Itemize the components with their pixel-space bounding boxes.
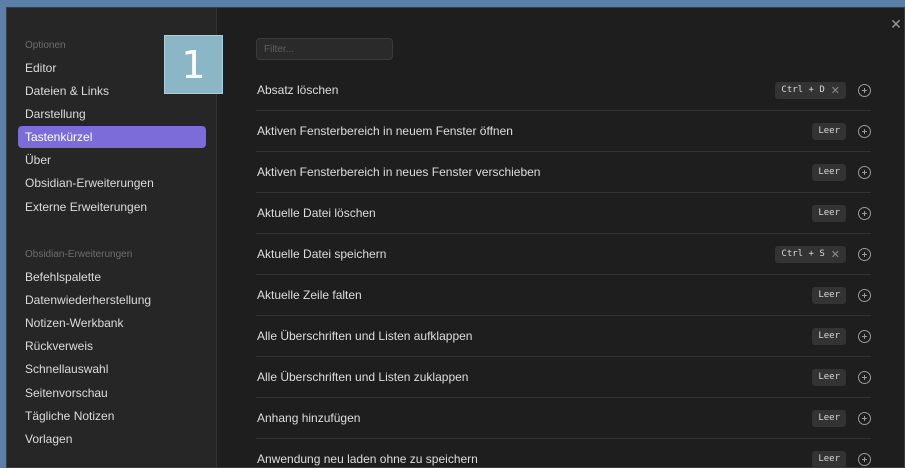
hotkey-key-text: Leer — [818, 330, 840, 341]
remove-hotkey-icon[interactable]: ✕ — [831, 82, 840, 99]
add-hotkey-icon[interactable] — [858, 206, 871, 220]
add-hotkey-icon[interactable] — [858, 165, 871, 179]
hotkey-key-text: Leer — [818, 125, 840, 136]
hotkey-key: Leer — [812, 450, 846, 467]
hotkey-key: Leer — [812, 163, 846, 181]
hotkey-key: Leer — [812, 327, 846, 345]
hotkey-label: Aktiven Fensterbereich in neuem Fenster … — [257, 124, 513, 138]
hotkey-row: Anhang hinzufügen Leer — [256, 398, 871, 439]
hotkey-key-text: Leer — [818, 453, 840, 464]
hotkey-row: Absatz löschen Ctrl + D ✕ — [256, 70, 871, 111]
sidebar-item-templates[interactable]: Vorlagen — [18, 428, 206, 450]
hotkey-row: Aktiven Fensterbereich in neuem Fenster … — [256, 111, 871, 152]
hotkey-label: Aktuelle Datei löschen — [257, 206, 376, 220]
hotkey-key-text: Leer — [818, 166, 840, 177]
add-hotkey-icon[interactable] — [858, 124, 871, 138]
hotkey-label: Aktiven Fensterbereich in neues Fenster … — [257, 165, 541, 179]
hotkey-label: Anhang hinzufügen — [257, 411, 361, 425]
hotkey-label: Alle Überschriften und Listen aufklappen — [257, 329, 473, 343]
sidebar-item-note-composer[interactable]: Notizen-Werkbank — [18, 312, 206, 334]
hotkey-row: Alle Überschriften und Listen aufklappen… — [256, 316, 871, 357]
hotkey-label: Alle Überschriften und Listen zuklappen — [257, 370, 469, 384]
hotkey-row: Aktuelle Datei speichern Ctrl + S ✕ — [256, 234, 871, 275]
sidebar-item-community-plugins[interactable]: Externe Erweiterungen — [18, 196, 206, 218]
hotkey-row: Aktuelle Datei löschen Leer — [256, 193, 871, 234]
hotkey-key: Ctrl + S ✕ — [775, 245, 846, 263]
hotkey-key-text: Leer — [818, 371, 840, 382]
add-hotkey-icon[interactable] — [858, 83, 871, 97]
hotkey-label: Aktuelle Zeile falten — [257, 288, 362, 302]
filter-input[interactable] — [256, 38, 393, 60]
hotkey-row: Anwendung neu laden ohne zu speichern Le… — [256, 439, 871, 467]
add-hotkey-icon[interactable] — [858, 370, 871, 384]
hotkey-key: Leer — [812, 204, 846, 222]
close-icon[interactable]: ✕ — [888, 16, 904, 32]
remove-hotkey-icon[interactable]: ✕ — [831, 246, 840, 263]
add-hotkey-icon[interactable] — [858, 247, 871, 261]
hotkey-key-text: Ctrl + S — [781, 248, 825, 259]
sidebar-item-page-preview[interactable]: Seitenvorschau — [18, 382, 206, 404]
sidebar-item-daily-notes[interactable]: Tägliche Notizen — [18, 405, 206, 427]
sidebar-item-command-palette[interactable]: Befehlspalette — [18, 266, 206, 288]
hotkey-row: Alle Überschriften und Listen zuklappen … — [256, 357, 871, 398]
step-number-badge: 1 — [164, 35, 223, 94]
hotkey-key-text: Leer — [818, 289, 840, 300]
sidebar-item-quick-switcher[interactable]: Schnellauswahl — [18, 358, 206, 380]
hotkey-key: Leer — [812, 122, 846, 140]
hotkey-key: Leer — [812, 409, 846, 427]
hotkey-row: Aktuelle Zeile falten Leer — [256, 275, 871, 316]
hotkey-label: Anwendung neu laden ohne zu speichern — [257, 452, 478, 466]
sidebar-item-appearance[interactable]: Darstellung — [18, 103, 206, 125]
sidebar-item-hotkeys[interactable]: Tastenkürzel — [18, 126, 206, 148]
hotkey-key-text: Leer — [818, 412, 840, 423]
hotkey-row: Aktiven Fensterbereich in neues Fenster … — [256, 152, 871, 193]
sidebar-item-backlinks[interactable]: Rückverweis — [18, 335, 206, 357]
hotkey-key-text: Ctrl + D — [781, 84, 825, 95]
sidebar-section-options: Optionen — [25, 40, 66, 51]
sidebar-item-file-recovery[interactable]: Datenwiederherstellung — [18, 289, 206, 311]
hotkey-key: Leer — [812, 286, 846, 304]
sidebar-section-plugins: Obsidian-Erweiterungen — [25, 249, 133, 260]
hotkey-key: Ctrl + D ✕ — [775, 81, 846, 99]
hotkey-label: Absatz löschen — [257, 83, 339, 97]
sidebar-item-about[interactable]: Über — [18, 149, 206, 171]
hotkey-key: Leer — [812, 368, 846, 386]
hotkey-label: Aktuelle Datei speichern — [257, 247, 387, 261]
sidebar-item-core-plugins[interactable]: Obsidian-Erweiterungen — [18, 172, 206, 194]
add-hotkey-icon[interactable] — [858, 452, 871, 466]
add-hotkey-icon[interactable] — [858, 329, 871, 343]
add-hotkey-icon[interactable] — [858, 288, 871, 302]
add-hotkey-icon[interactable] — [858, 411, 871, 425]
hotkey-key-text: Leer — [818, 207, 840, 218]
settings-window: Optionen Editor Dateien & Links Darstell… — [6, 7, 905, 468]
